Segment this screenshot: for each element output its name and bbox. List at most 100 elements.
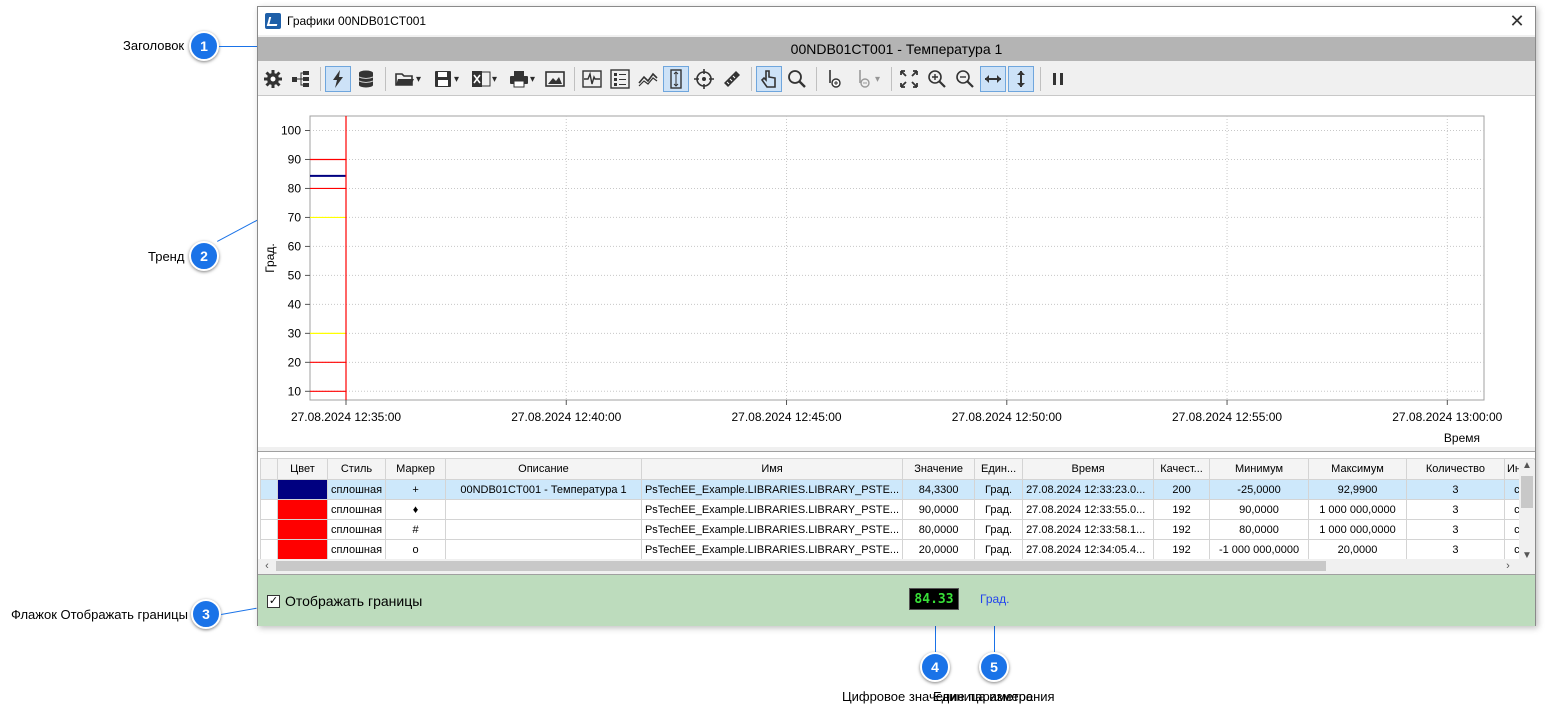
- column-header[interactable]: Количество: [1405, 458, 1505, 480]
- show-limits-checkbox[interactable]: ✓: [267, 595, 280, 608]
- name-cell: PsTechEE_Example.LIBRARIES.LIBRARY_PSTE.…: [640, 499, 904, 520]
- units-button[interactable]: [719, 66, 745, 92]
- value-cell: 84,3300: [902, 479, 976, 500]
- toolbar-separator: [891, 67, 892, 91]
- y-tick-label: 70: [288, 210, 302, 224]
- table-row[interactable]: сплошная ♦ PsTechEE_Example.LIBRARIES.LIBR…: [260, 499, 1535, 520]
- y-tick-label: 90: [288, 152, 302, 166]
- min-cell: 90,0000: [1209, 499, 1309, 520]
- settings-button[interactable]: [260, 66, 286, 92]
- color-swatch-cell[interactable]: [276, 519, 328, 540]
- trend-chart[interactable]: 27.08.2024 12:35:00 27.08.2024 12:40:00 27…: [258, 95, 1535, 447]
- table-header-row: Цвет Стиль Маркер Описание Имя Значение …: [260, 458, 1535, 480]
- column-header[interactable]: Стиль: [326, 458, 387, 480]
- max-cell: 92,9900: [1308, 479, 1407, 500]
- count-cell: 3: [1405, 479, 1505, 500]
- toolbar-separator: [816, 67, 817, 91]
- pause-button[interactable]: [1045, 66, 1071, 92]
- horizontal-scroll-thumb[interactable]: [276, 561, 1326, 571]
- open-button[interactable]: [390, 66, 426, 92]
- table-row[interactable]: сплошная +00NDB01CT001 - Температура 1 PsT…: [260, 479, 1535, 500]
- callout-leader-3: [221, 607, 257, 615]
- row-header[interactable]: [260, 499, 278, 520]
- folder-icon: [395, 73, 414, 86]
- crosshair-button[interactable]: [691, 66, 717, 92]
- row-header[interactable]: [260, 539, 278, 560]
- vertical-measure-button[interactable]: [663, 66, 689, 92]
- toolbar-separator: [320, 67, 321, 91]
- color-swatch-cell[interactable]: [276, 499, 328, 520]
- unit-cell: Град.: [974, 499, 1024, 520]
- column-header[interactable]: Маркер: [385, 458, 447, 480]
- value-cell: 90,0000: [902, 499, 976, 520]
- marker-cell: #: [385, 519, 447, 540]
- unit-cell: Град.: [974, 539, 1024, 560]
- image-export-button[interactable]: [542, 66, 568, 92]
- save-button[interactable]: [428, 66, 464, 92]
- realtime-button[interactable]: [325, 66, 351, 92]
- column-header[interactable]: Един...: [974, 458, 1024, 480]
- table-row[interactable]: сплошная # PsTechEE_Example.LIBRARIES.LIBR…: [260, 519, 1535, 540]
- zoom-in-button[interactable]: [924, 66, 950, 92]
- horizontal-scrollbar[interactable]: ‹ ›: [258, 559, 1535, 573]
- column-header[interactable]: Значение: [902, 458, 976, 480]
- save-icon: [434, 71, 451, 87]
- vertical-zoom-button[interactable]: [1008, 66, 1034, 92]
- callout-label-unit: Единица измерения: [933, 689, 1055, 704]
- table-row[interactable]: сплошная o PsTechEE_Example.LIBRARIES.LIBR…: [260, 539, 1535, 560]
- pointer-mode-button[interactable]: [756, 66, 782, 92]
- vertical-measure-icon: [670, 69, 682, 89]
- style-cell: сплошная: [326, 479, 387, 500]
- column-header[interactable]: Цвет: [276, 458, 328, 480]
- zoom-out-button[interactable]: [952, 66, 978, 92]
- column-header[interactable]: Минимум: [1209, 458, 1309, 480]
- row-header-corner: [260, 458, 278, 480]
- trend-lines-icon: [638, 72, 658, 87]
- show-limits-label[interactable]: Отображать границы: [285, 593, 422, 609]
- marker-button[interactable]: [849, 66, 885, 92]
- vertical-arrows-icon: [1017, 71, 1025, 87]
- column-header[interactable]: Максимум: [1308, 458, 1407, 480]
- zoom-mode-button[interactable]: [784, 66, 810, 92]
- trend-chart-svg: 27.08.2024 12:35:00 27.08.2024 12:40:00 27…: [263, 115, 1503, 445]
- callout-leader-1: [219, 46, 257, 47]
- column-header[interactable]: Описание: [445, 458, 642, 480]
- tree-button[interactable]: [288, 66, 314, 92]
- quality-cell: 192: [1153, 519, 1211, 540]
- scroll-left-icon[interactable]: ‹: [260, 559, 274, 573]
- excel-export-button[interactable]: [466, 66, 502, 92]
- vertical-scroll-thumb[interactable]: [1521, 476, 1533, 508]
- legend-table: Цвет Стиль Маркер Описание Имя Значение …: [258, 451, 1535, 573]
- column-header[interactable]: Имя: [640, 458, 904, 480]
- legend-list-button[interactable]: [607, 66, 633, 92]
- name-cell: PsTechEE_Example.LIBRARIES.LIBRARY_PSTE.…: [640, 539, 904, 560]
- row-header[interactable]: [260, 479, 278, 500]
- color-swatch-cell[interactable]: [276, 539, 328, 560]
- digital-value-display: 84.33: [909, 588, 959, 610]
- column-header[interactable]: Время: [1022, 458, 1155, 480]
- title-bar: Графики 00NDB01CT001 ✕: [258, 7, 1535, 35]
- color-swatch-cell[interactable]: [276, 479, 328, 500]
- row-header[interactable]: [260, 519, 278, 540]
- database-button[interactable]: [353, 66, 379, 92]
- description-cell: [445, 499, 642, 520]
- zoom-out-icon: [956, 70, 974, 88]
- close-button[interactable]: ✕: [1507, 11, 1527, 31]
- column-header[interactable]: Качест...: [1153, 458, 1211, 480]
- scroll-up-icon[interactable]: ▲: [1519, 460, 1535, 474]
- vertical-scrollbar[interactable]: ▲ ▼: [1519, 460, 1535, 564]
- add-marker-button[interactable]: [821, 66, 847, 92]
- pause-icon: [1053, 73, 1063, 85]
- footer-panel: ✓ Отображать границы 84.33 Град.: [258, 574, 1535, 626]
- scroll-right-icon[interactable]: ›: [1501, 559, 1515, 573]
- style-cell: сплошная: [326, 539, 387, 560]
- description-cell: [445, 519, 642, 540]
- fit-button[interactable]: [896, 66, 922, 92]
- description-cell: 00NDB01CT001 - Температура 1: [445, 479, 642, 500]
- y-tick-label: 10: [288, 384, 302, 398]
- signal-button[interactable]: [579, 66, 605, 92]
- crosshair-icon: [694, 69, 714, 89]
- horizontal-zoom-button[interactable]: [980, 66, 1006, 92]
- trends-button[interactable]: [635, 66, 661, 92]
- print-button[interactable]: [504, 66, 540, 92]
